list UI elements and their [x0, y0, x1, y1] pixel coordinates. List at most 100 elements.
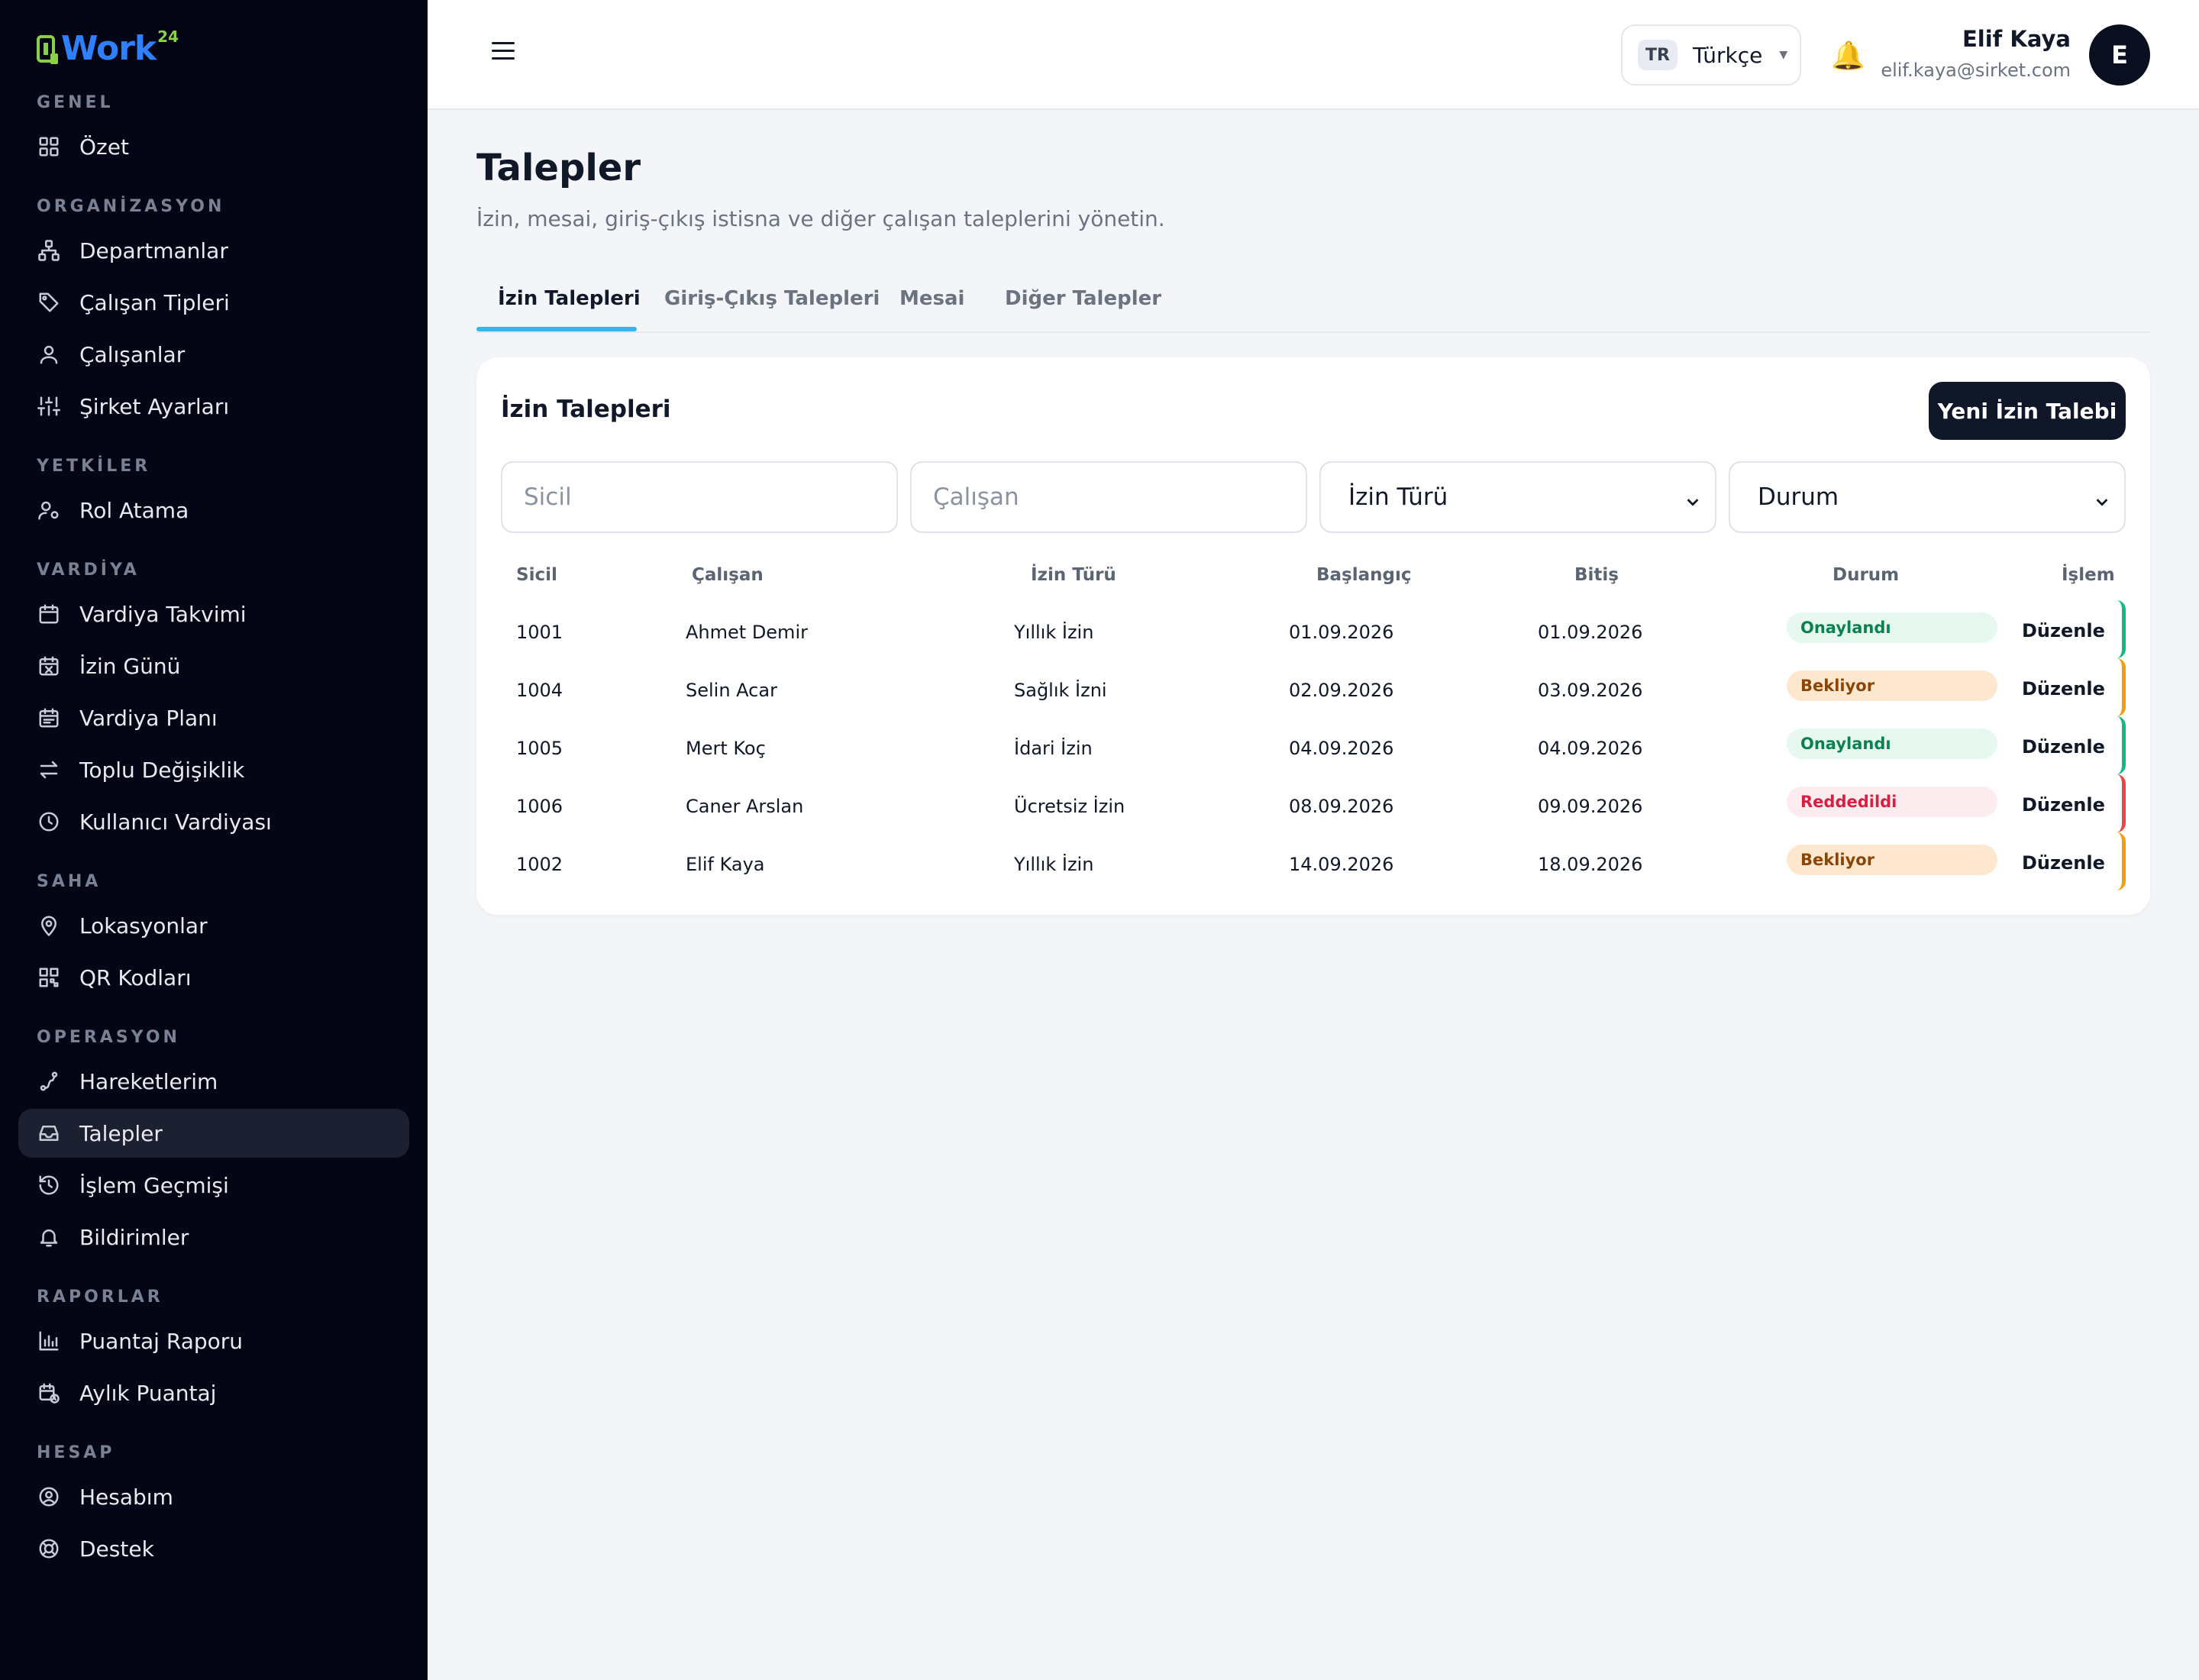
sliders-icon: [37, 394, 61, 418]
cell-sicil: 1006: [516, 796, 563, 817]
cell-bitis: 04.09.2026: [1538, 738, 1643, 759]
calendar-clock-icon: [37, 1381, 61, 1405]
sidebar-item-calisanlar[interactable]: Çalışanlar: [18, 330, 409, 379]
sidebar-item-ozet[interactable]: Özet: [18, 122, 409, 171]
new-leave-request-button[interactable]: Yeni İzin Talebi: [1929, 382, 2126, 440]
column-header-durum: Durum: [1832, 565, 1900, 585]
grid-icon: [37, 134, 61, 159]
sidebar-item-rol-atama[interactable]: Rol Atama: [18, 486, 409, 535]
page-subtitle: İzin, mesai, giriş-çıkış istisna ve diğe…: [476, 206, 1165, 231]
sidebar-item-hareketlerim[interactable]: Hareketlerim: [18, 1057, 409, 1106]
cell-bitis: 18.09.2026: [1538, 854, 1643, 875]
user-name: Elif Kaya: [1962, 26, 2071, 52]
sidebar-item-label: Destek: [79, 1536, 154, 1562]
sidebar-item-vardiya-plani[interactable]: Vardiya Planı: [18, 693, 409, 742]
cell-bitis: 03.09.2026: [1538, 680, 1643, 701]
history-icon: [37, 1173, 61, 1197]
notification-bell-icon[interactable]: 🔔: [1831, 40, 1865, 72]
sidebar-item-qr-kodlari[interactable]: QR Kodları: [18, 953, 409, 1002]
sidebar-item-aylik-puantaj[interactable]: Aylık Puantaj: [18, 1368, 409, 1417]
status-badge: Bekliyor: [1787, 845, 1997, 875]
sidebar-item-puantaj-raporu[interactable]: Puantaj Raporu: [18, 1317, 409, 1365]
menu-toggle-icon[interactable]: [489, 37, 519, 67]
sidebar-item-islem-gecmisi[interactable]: İşlem Geçmişi: [18, 1161, 409, 1210]
calisan-filter-input[interactable]: [910, 461, 1307, 533]
cell-sicil: 1004: [516, 680, 563, 701]
logo-superscript: 24: [157, 27, 179, 46]
sidebar-item-kullanici-vardiyasi[interactable]: Kullanıcı Vardiyası: [18, 797, 409, 846]
sidebar-item-label: Lokasyonlar: [79, 913, 208, 939]
clock-icon: [37, 809, 61, 834]
sidebar-item-calisan-tipleri[interactable]: Çalışan Tipleri: [18, 278, 409, 327]
durum-select[interactable]: Durum: [1729, 461, 2126, 533]
bar-chart-icon: [37, 1329, 61, 1353]
section-title-raporlar: RAPORLAR: [37, 1287, 163, 1307]
avatar[interactable]: E: [2089, 24, 2150, 86]
sidebar-item-departmanlar[interactable]: Departmanlar: [18, 226, 409, 275]
sidebar-item-toplu-degisiklik[interactable]: Toplu Değişiklik: [18, 745, 409, 794]
active-tab-indicator: [476, 327, 637, 331]
swap-icon: [37, 758, 61, 782]
top-header: TR Türkçe ▼ 🔔 Elif Kaya elif.kaya@sirket…: [428, 0, 2199, 110]
sidebar-item-label: Vardiya Takvimi: [79, 601, 247, 627]
app-logo[interactable]: Work 24: [37, 27, 179, 73]
language-select[interactable]: TR Türkçe ▼: [1621, 24, 1801, 86]
sidebar-item-bildirimler[interactable]: Bildirimler: [18, 1213, 409, 1262]
tag-icon: [37, 290, 61, 315]
sidebar-item-label: İzin Günü: [79, 653, 181, 679]
edit-button[interactable]: Düzenle: [2022, 794, 2105, 816]
cell-baslangic: 01.09.2026: [1289, 622, 1394, 643]
edit-button[interactable]: Düzenle: [2022, 852, 2105, 874]
sidebar-item-izin-gunu[interactable]: İzin Günü: [18, 641, 409, 690]
column-header-sicil: Sicil: [516, 565, 557, 585]
sidebar-item-hesabim[interactable]: Hesabım: [18, 1472, 409, 1521]
sidebar-item-talepler[interactable]: Talepler: [18, 1109, 409, 1158]
sidebar-item-label: Talepler: [79, 1120, 163, 1146]
sidebar-item-label: Toplu Değişiklik: [79, 757, 245, 783]
table-row: 1004 Selin Acar Sağlık İzni 02.09.2026 0…: [476, 658, 2150, 716]
status-indicator: [2117, 832, 2126, 890]
user-gear-icon: [37, 498, 61, 522]
cell-calisan: Elif Kaya: [686, 854, 765, 875]
column-header-islem: İşlem: [2062, 565, 2115, 585]
cell-izin-turu: Sağlık İzni: [1014, 680, 1107, 701]
tab-izin-talepleri[interactable]: İzin Talepleri: [498, 287, 641, 310]
sidebar-item-lokasyonlar[interactable]: Lokasyonlar: [18, 901, 409, 950]
tab-mesai[interactable]: Mesai: [899, 287, 964, 310]
sidebar-item-label: Şirket Ayarları: [79, 393, 230, 419]
bell-icon: [37, 1225, 61, 1249]
user-circle-icon: [37, 1485, 61, 1509]
edit-button[interactable]: Düzenle: [2022, 620, 2105, 641]
caret-down-icon: ▼: [1779, 49, 1788, 61]
section-title-operasyon: OPERASYON: [37, 1028, 180, 1047]
table-row: 1002 Elif Kaya Yıllık İzin 14.09.2026 18…: [476, 832, 2150, 890]
edit-button[interactable]: Düzenle: [2022, 736, 2105, 758]
edit-button[interactable]: Düzenle: [2022, 678, 2105, 699]
sidebar-item-label: Çalışan Tipleri: [79, 289, 230, 315]
sidebar-item-label: Bildirimler: [79, 1224, 189, 1250]
column-header-calisan: Çalışan: [692, 565, 764, 585]
section-title-genel: GENEL: [37, 93, 114, 112]
sidebar-item-vardiya-takvimi[interactable]: Vardiya Takvimi: [18, 590, 409, 638]
cell-baslangic: 04.09.2026: [1289, 738, 1394, 759]
cell-izin-turu: Yıllık İzin: [1014, 622, 1094, 643]
column-header-baslangic: Başlangıç: [1316, 565, 1412, 585]
status-badge: Onaylandı: [1787, 612, 1997, 643]
tab-giris-cikis-talepleri[interactable]: Giriş-Çıkış Talepleri: [664, 287, 880, 310]
cell-baslangic: 08.09.2026: [1289, 796, 1394, 817]
sidebar-item-destek[interactable]: Destek: [18, 1524, 409, 1573]
map-pin-icon: [37, 913, 61, 938]
sidebar-item-sirket-ayarlari[interactable]: Şirket Ayarları: [18, 382, 409, 431]
request-tabs: İzin Talepleri Giriş-Çıkış Talepleri Mes…: [476, 273, 2150, 333]
language-name: Türkçe: [1693, 42, 1763, 68]
sidebar-item-label: Departmanlar: [79, 237, 228, 263]
language-code: TR: [1638, 40, 1678, 70]
calendar-list-icon: [37, 706, 61, 730]
sidebar-item-label: Çalışanlar: [79, 341, 186, 367]
izin-turu-select[interactable]: İzin Türü: [1319, 461, 1716, 533]
status-badge: Reddedildi: [1787, 787, 1997, 817]
tab-diger-talepler[interactable]: Diğer Talepler: [1005, 287, 1161, 310]
sicil-filter-input[interactable]: [501, 461, 898, 533]
section-title-vardiya: VARDİYA: [37, 561, 140, 580]
qr-icon: [37, 965, 61, 990]
